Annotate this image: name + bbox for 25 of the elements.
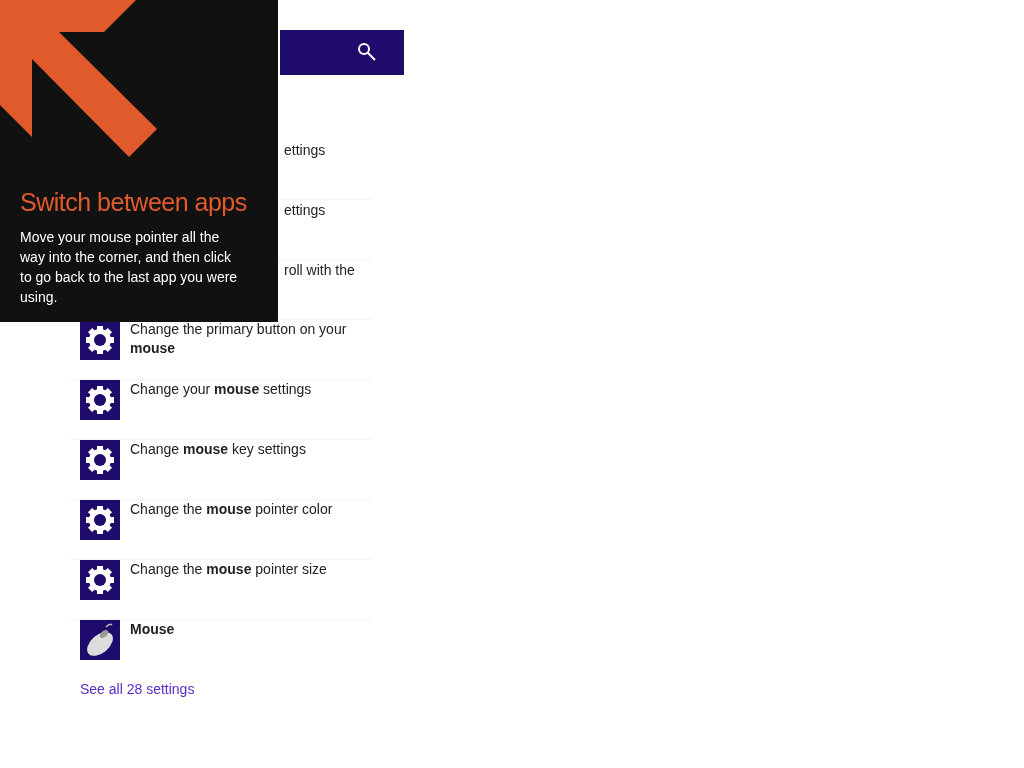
result-label: ettings [284,201,327,220]
gear-icon [80,440,120,480]
result-item[interactable]: Change your mouse settings [70,380,372,440]
result-label: Change your mouse settings [130,380,313,399]
result-label: roll with the [284,261,356,280]
result-label: Mouse [130,620,176,639]
arrow-icon [0,0,158,158]
see-all-link[interactable]: See all 28 settings [80,681,195,697]
tip-text: Move your mouse pointer all the way into the corner, and then click to go back to the last app you were using. [20,228,239,307]
gear-icon [80,560,120,600]
tip-title: Switch between apps [20,188,248,217]
search-button[interactable] [280,30,404,75]
gear-icon [80,500,120,540]
result-item[interactable]: Change the mouse pointer size [70,560,372,620]
result-item[interactable]: Change mouse key settings [70,440,372,500]
result-label: Change the primary button on your mouse [130,320,348,358]
result-label: Change the mouse pointer size [130,560,328,579]
result-item[interactable]: Mouse [70,620,372,680]
gear-icon [80,380,120,420]
mouse-icon [80,620,120,660]
gear-icon [80,320,120,360]
result-item[interactable]: Change the mouse pointer color [70,500,372,560]
result-label: Change the mouse pointer color [130,500,334,519]
result-label: Change mouse key settings [130,440,307,459]
result-label: ettings [284,141,327,160]
